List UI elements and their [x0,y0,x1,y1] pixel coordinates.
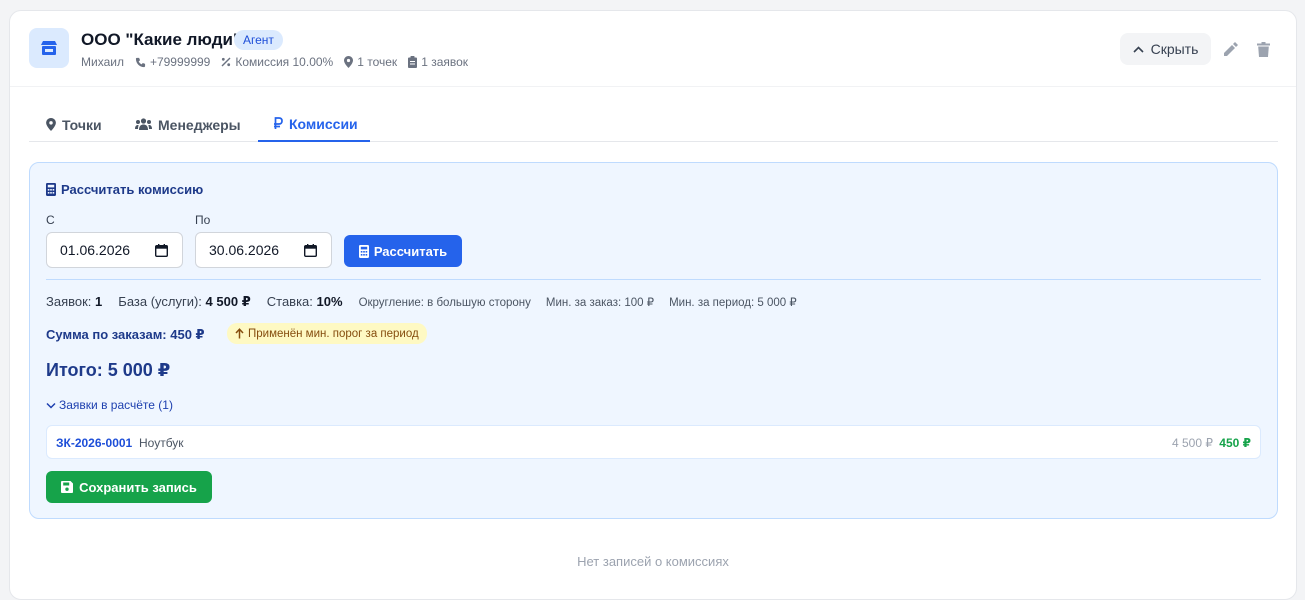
orders-item: 1 заявок [408,55,468,69]
save-record-button[interactable]: Сохранить запись [46,471,212,503]
chevron-up-icon [1133,45,1144,53]
clipboard-icon [408,56,418,68]
threshold-note-text: Применён мин. порог за период [248,327,419,340]
role-badge: Агент [234,30,283,50]
order-commission: 450 ₽ [1219,436,1251,450]
orders-toggle-label: Заявки в расчёте (1) [59,398,173,412]
phone-text: +79999999 [149,55,211,69]
commission-calculator: Рассчитать комиссию С 01.06.2026 По 30.0… [29,162,1278,519]
chevron-down-icon [46,402,56,409]
to-date-value: 30.06.2026 [209,242,280,258]
phone-item: +79999999 [135,55,210,69]
tab-label: Точки [62,116,102,133]
pencil-icon [1223,41,1238,56]
card-header: ООО "Какие люди" Агент Михаил +79999999 … [10,11,1296,87]
orders-text: 1 заявок [421,55,469,69]
tab-points[interactable]: Точки [46,107,102,142]
tab-managers[interactable]: Менеджеры [135,107,241,142]
calendar-icon[interactable] [304,244,317,257]
order-id-link[interactable]: ЗК-2026-0001 [56,436,132,450]
to-label: По [195,213,211,227]
calculator-icon [358,244,369,258]
orders-toggle[interactable]: Заявки в расчёте (1) [46,398,173,412]
tabs-bar: Точки Менеджеры Комиссии [29,107,1278,142]
calculator-title-text: Рассчитать комиссию [61,182,204,197]
points-item: 1 точек [344,55,397,69]
contact-name: Михаил [81,55,124,69]
total-amount: Итого: 5 000 ₽ [46,360,171,380]
rounding-info: Округление: в большую сторону [358,297,531,309]
rate-value: 10% [316,294,343,309]
rate: Ставка: 10% [267,294,343,309]
orders-count: Заявок: 1 [46,294,102,309]
threshold-note: Применён мин. порог за период [227,323,427,344]
sum-by-orders: Сумма по заказам: 450 ₽ [46,327,205,342]
min-per-period: Мин. за период: 5 000 ₽ [669,297,797,309]
phone-icon [135,57,146,67]
commission-text: Комиссия 10.00% [235,55,334,69]
table-row: ЗК-2026-0001 Ноутбук 4 500 ₽ 450 ₽ [46,425,1261,459]
calculator-icon [46,183,56,196]
percent-icon [221,57,231,67]
users-icon [135,118,152,130]
map-pin-icon [46,118,56,131]
calculation-stats: Заявок: 1 База (услуги): 4 500 ₽ Ставка:… [46,294,812,310]
save-record-label: Сохранить запись [79,479,197,495]
company-title: ООО "Какие люди" [81,30,242,49]
map-pin-icon [344,56,354,68]
tab-label: Комиссии [289,115,358,132]
save-icon [61,481,74,493]
base-value: 4 500 ₽ [205,294,251,309]
to-date-input[interactable]: 30.06.2026 [195,232,332,268]
counterparty-card: ООО "Какие люди" Агент Михаил +79999999 … [9,10,1297,600]
rate-label: Ставка: [266,294,313,309]
from-date-value: 01.06.2026 [60,242,131,258]
divider [46,279,1261,280]
points-text: 1 точек [357,55,398,69]
orders-count-label: Заявок: [46,294,92,309]
store-icon [29,28,69,68]
company-meta: Михаил +79999999 Комиссия 10.00% 1 точек… [81,55,479,69]
calculate-label: Рассчитать [373,243,448,259]
delete-button[interactable] [1254,40,1272,58]
min-per-order: Мин. за заказ: 100 ₽ [545,297,655,309]
empty-state-text: Нет записей о комиссиях [577,554,729,569]
ruble-icon [274,117,283,129]
calculate-button[interactable]: Рассчитать [344,235,462,267]
commission-item: Комиссия 10.00% [221,55,333,69]
order-name: Ноутбук [139,436,184,450]
calculator-title: Рассчитать комиссию [46,182,203,197]
calendar-icon[interactable] [155,244,168,257]
base-amount: База (услуги): 4 500 ₽ [118,294,250,310]
hide-button[interactable]: Скрыть [1120,33,1211,65]
orders-count-value: 1 [95,294,103,309]
tab-commissions[interactable]: Комиссии [258,107,370,142]
from-date-input[interactable]: 01.06.2026 [46,232,183,268]
base-label: База (услуги): [118,294,202,309]
trash-icon [1256,41,1270,57]
arrow-up-icon [235,328,244,339]
edit-button[interactable] [1221,40,1239,58]
order-base-amount: 4 500 ₽ [1172,436,1213,450]
hide-label: Скрыть [1150,41,1199,57]
tab-label: Менеджеры [158,116,241,133]
from-label: С [46,213,55,227]
